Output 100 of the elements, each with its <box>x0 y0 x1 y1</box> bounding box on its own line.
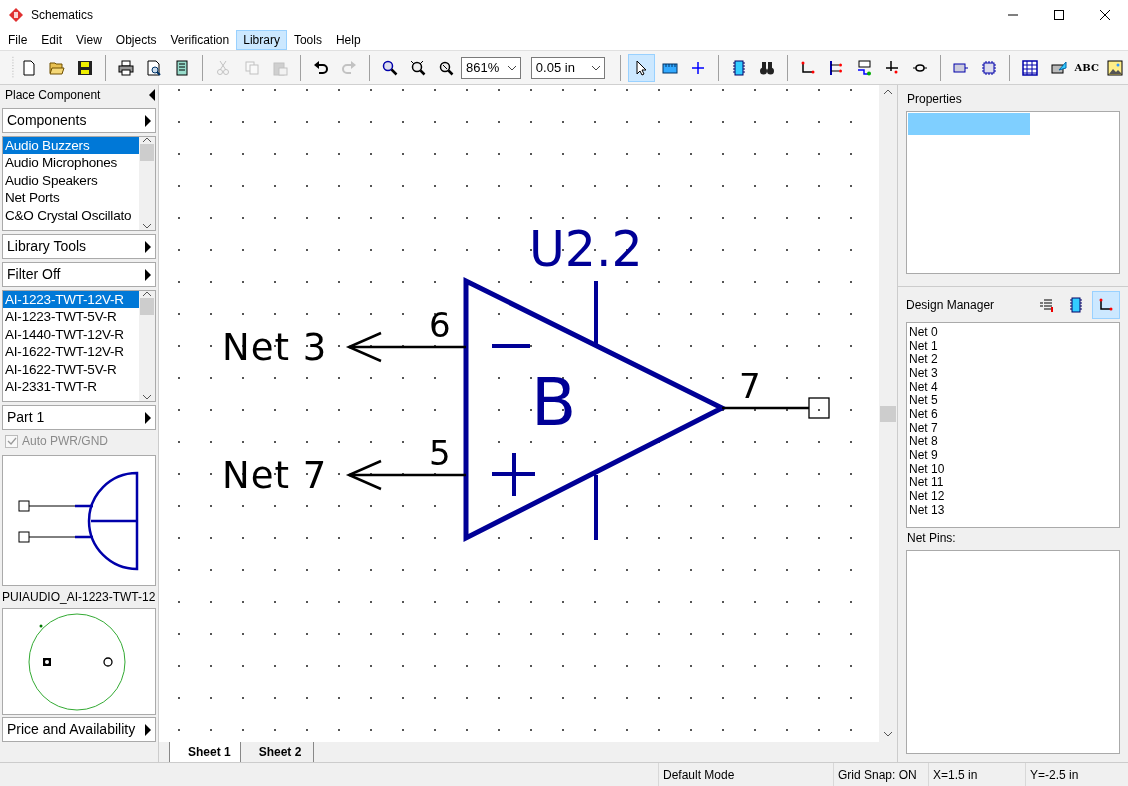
scroll-up-icon[interactable] <box>142 291 152 298</box>
checkmark-icon <box>6 436 17 446</box>
part-item[interactable]: AI-1223-TWT-12V-R <box>3 291 139 309</box>
scroll-down-icon[interactable] <box>883 731 893 738</box>
junction-icon <box>884 59 901 76</box>
print-icon <box>118 59 135 76</box>
schematic-canvas[interactable]: U2.2 B 6 Net 3 5 Net 7 7 <box>159 85 879 742</box>
panel-title: Net Pins: <box>907 530 956 547</box>
paste-icon <box>271 59 288 76</box>
components-header[interactable]: Components <box>2 108 156 133</box>
panel-title: Properties <box>907 91 962 108</box>
chip-outline-icon <box>981 59 998 76</box>
table-grid-icon <box>1022 59 1039 76</box>
wire-view-button[interactable] <box>1092 291 1120 319</box>
pin-number: 5 <box>429 433 451 473</box>
window-title: Schematics <box>31 7 94 24</box>
wire-icon <box>799 59 816 76</box>
net-item[interactable]: Net 3 <box>909 366 1117 381</box>
net-item[interactable]: Net 11 <box>909 476 1117 490</box>
scroll-up-icon[interactable] <box>883 89 893 96</box>
category-item[interactable]: Audio Microphones <box>3 154 139 172</box>
part-item[interactable]: AI-2331-TWT-R <box>3 377 139 396</box>
category-item[interactable]: Audio Speakers <box>3 171 139 190</box>
chip-icon <box>730 59 747 76</box>
menu-item[interactable]: Edit <box>34 30 70 50</box>
menu-item[interactable]: Library <box>236 30 287 50</box>
new-file-icon <box>20 59 37 76</box>
part-header[interactable]: Part 1 <box>2 405 156 430</box>
net-item[interactable]: Net 13 <box>909 503 1117 518</box>
net-item[interactable]: Net 9 <box>909 448 1117 463</box>
net-item[interactable]: Net 8 <box>909 435 1117 449</box>
collapse-arrow-icon[interactable] <box>148 88 156 102</box>
menu-item[interactable]: Help <box>328 30 368 50</box>
text-tool-button[interactable]: ABC <box>1073 53 1100 82</box>
undo-icon <box>312 59 329 76</box>
bus-icon <box>827 59 844 76</box>
category-item[interactable]: Net Ports <box>3 189 139 207</box>
filter-header[interactable]: Filter Off <box>2 262 156 287</box>
net-label: Net 7 <box>222 454 328 497</box>
net-label: Net 3 <box>222 326 328 369</box>
status-text: X=1.5 in <box>933 766 978 784</box>
wire-icon <box>1098 297 1114 313</box>
caret-icon <box>591 64 602 71</box>
category-item[interactable]: C&O Crystal Oscillato <box>3 206 139 224</box>
net-item[interactable]: Net 6 <box>909 407 1117 422</box>
power-pin-line <box>594 475 598 540</box>
document-icon <box>174 59 191 76</box>
menu-item[interactable]: File <box>1 30 35 50</box>
scroll-down-icon[interactable] <box>142 394 152 401</box>
net-label-icon <box>856 59 873 76</box>
grid-size-dropdown[interactable]: 0.05 in <box>530 56 606 79</box>
zoom-fit-icon <box>438 59 454 76</box>
print-preview-icon <box>146 59 163 76</box>
category-item[interactable]: Audio Buzzers <box>3 137 139 155</box>
net-item[interactable]: Net 4 <box>909 380 1117 395</box>
edit-icon <box>1050 59 1067 76</box>
caret-icon <box>506 64 517 71</box>
menu-item[interactable]: Verification <box>163 30 237 50</box>
net-item[interactable]: Net 2 <box>909 353 1117 367</box>
pointer-button[interactable] <box>628 53 655 82</box>
close-icon[interactable] <box>1100 10 1110 20</box>
net-item[interactable]: Net 12 <box>909 489 1117 504</box>
net-item[interactable]: Net 5 <box>909 394 1117 408</box>
library-tools-header[interactable]: Library Tools <box>2 234 156 259</box>
maximize-icon[interactable] <box>1054 10 1064 20</box>
menu-item[interactable]: Objects <box>108 30 164 50</box>
scrollbar-thumb[interactable] <box>140 298 154 315</box>
expand-arrow-icon <box>144 267 152 282</box>
part-item[interactable]: AI-1223-TWT-5V-R <box>3 308 139 326</box>
cut-icon <box>215 59 232 76</box>
footprint-name: PUIAUDIO_AI-1223-TWT-12 <box>2 589 156 606</box>
net-item[interactable]: Net 10 <box>909 462 1117 477</box>
unit-letter: B <box>531 364 577 441</box>
pin-number: 6 <box>429 305 451 345</box>
net-item[interactable]: Net 0 <box>909 326 1117 340</box>
net-item[interactable]: Net 1 <box>909 339 1117 354</box>
crosshair-icon <box>689 59 706 76</box>
part-item[interactable]: AI-1622-TWT-5V-R <box>3 360 139 378</box>
status-text: Grid Snap: ON <box>838 766 917 784</box>
panel-title: Design Manager <box>906 297 995 314</box>
expand-arrow-icon <box>144 113 152 128</box>
status-text: Default Mode <box>663 766 735 784</box>
zoom-dropdown[interactable]: 861% <box>461 56 521 79</box>
net-list-icon <box>1038 297 1054 313</box>
scroll-up-icon[interactable] <box>142 137 152 144</box>
part-item[interactable]: AI-1622-TWT-12V-R <box>3 343 139 361</box>
net-item[interactable]: Net 7 <box>909 421 1117 436</box>
price-availability-header[interactable]: Price and Availability <box>2 717 156 742</box>
status-text: Y=-2.5 in <box>1030 766 1079 784</box>
menu-item[interactable]: Tools <box>286 30 329 50</box>
scroll-down-icon[interactable] <box>142 223 152 230</box>
part-item[interactable]: AI-1440-TWT-12V-R <box>3 325 139 344</box>
zoom-out-icon <box>409 59 426 76</box>
menu-item[interactable]: View <box>69 30 109 50</box>
scrollbar-thumb[interactable] <box>880 405 896 422</box>
zoom-in-icon <box>381 59 398 76</box>
scrollbar-thumb[interactable] <box>140 144 154 161</box>
chip-icon <box>1068 297 1084 313</box>
open-folder-icon <box>49 59 65 76</box>
power-pin-line <box>594 281 598 345</box>
